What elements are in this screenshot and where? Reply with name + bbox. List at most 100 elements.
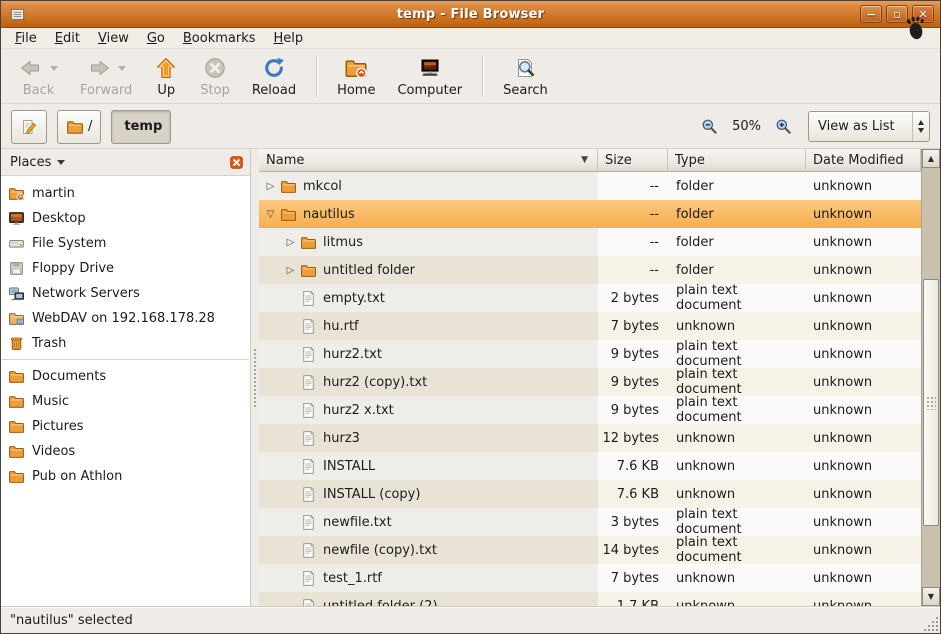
places-header[interactable]: Places: [1, 149, 250, 176]
menu-item-help[interactable]: Help: [265, 30, 313, 47]
expander-icon[interactable]: ▷: [283, 237, 298, 248]
file-row-hurz2-txt[interactable]: hurz2.txt 9 bytes plain text document un…: [259, 340, 921, 368]
file-row-test-1-rtf[interactable]: test_1.rtf 7 bytes unknown unknown: [259, 564, 921, 592]
expander-icon[interactable]: ▷: [263, 181, 278, 192]
forward-arrow-icon: [87, 56, 111, 80]
column-header-size[interactable]: Size: [598, 149, 668, 172]
file-row-mkcol[interactable]: ▷ mkcol -- folder unknown: [259, 172, 921, 200]
file-row-nautilus[interactable]: ▽ nautilus -- folder unknown: [259, 200, 921, 228]
pane-splitter[interactable]: [251, 149, 259, 606]
title-bar[interactable]: temp - File Browser − ▫ ✕: [1, 1, 940, 28]
scrollbar-thumb[interactable]: [923, 279, 939, 526]
toolbar-button-reload[interactable]: Reload: [244, 54, 304, 100]
sidebar-item-floppy-drive[interactable]: Floppy Drive: [1, 256, 250, 281]
sort-indicator-icon: ▼: [581, 155, 590, 165]
file-icon: [300, 318, 317, 335]
chevron-down-icon: [57, 160, 65, 165]
thumb-grip-icon: [926, 396, 936, 410]
column-header-date-modified[interactable]: Date Modified: [806, 149, 921, 172]
sidebar-item-videos[interactable]: Videos: [1, 439, 250, 464]
menu-item-view[interactable]: View: [89, 30, 138, 47]
dropdown-arrow-icon[interactable]: [118, 66, 126, 71]
file-row-hu-rtf[interactable]: hu.rtf 7 bytes unknown unknown: [259, 312, 921, 340]
sidebar-item-webdav-on-192-168-178-28[interactable]: WebDAV on 192.168.178.28: [1, 306, 250, 331]
file-icon: [300, 458, 317, 475]
toolbar-button-up[interactable]: Up: [146, 54, 186, 100]
toolbar-button-forward[interactable]: Forward: [72, 54, 140, 100]
file-row-hurz2-x-txt[interactable]: hurz2 x.txt 9 bytes plain text document …: [259, 396, 921, 424]
folder-icon: [8, 393, 25, 410]
minimize-button[interactable]: −: [860, 5, 882, 23]
menu-item-file[interactable]: File: [6, 30, 46, 47]
window-title: temp - File Browser: [1, 7, 940, 22]
file-row-untitled-folder[interactable]: ▷ untitled folder -- folder unknown: [259, 256, 921, 284]
vertical-scrollbar[interactable]: ▲ ▼: [921, 149, 940, 606]
sidebar-item-file-system[interactable]: File System: [1, 231, 250, 256]
file-icon: [300, 374, 317, 391]
file-row-empty-txt[interactable]: empty.txt 2 bytes plain text document un…: [259, 284, 921, 312]
file-icon: [300, 570, 317, 587]
column-header-type[interactable]: Type: [668, 149, 806, 172]
zoom-in-icon[interactable]: [775, 118, 792, 135]
file-icon: [300, 514, 317, 531]
file-row-hurz3[interactable]: hurz3 12 bytes unknown unknown: [259, 424, 921, 452]
file-row-install-copy[interactable]: INSTALL (copy) 7.6 KB unknown unknown: [259, 480, 921, 508]
folder-icon: [8, 443, 25, 460]
toolbar-button-search[interactable]: Search: [495, 54, 556, 100]
edit-location-button[interactable]: [11, 110, 47, 144]
file-row-untitled-folder-2[interactable]: untitled folder (2) 1.7 KB unknown unkno…: [259, 592, 921, 606]
sidebar-item-trash[interactable]: Trash: [1, 331, 250, 356]
network-icon: [8, 285, 25, 302]
resize-grip[interactable]: [923, 616, 938, 631]
expander-icon[interactable]: ▽: [263, 209, 278, 220]
file-row-hurz2-copy-txt[interactable]: hurz2 (copy).txt 9 bytes plain text docu…: [259, 368, 921, 396]
file-row-install[interactable]: INSTALL 7.6 KB unknown unknown: [259, 452, 921, 480]
scroll-up-button[interactable]: ▲: [922, 149, 940, 168]
path-button-root[interactable]: /: [57, 110, 101, 144]
sidebar-separator: [2, 359, 249, 360]
dropdown-arrow-icon[interactable]: [50, 66, 58, 71]
zoom-out-icon[interactable]: [701, 118, 718, 135]
drive-icon: [8, 235, 25, 252]
folder-icon: [8, 418, 25, 435]
stop-icon: [203, 56, 227, 80]
sidebar-item-desktop[interactable]: Desktop: [1, 206, 250, 231]
sidebar-item-martin[interactable]: martin: [1, 181, 250, 206]
sidebar-item-pub-on-athlon[interactable]: Pub on Athlon: [1, 464, 250, 489]
folder-icon: [280, 178, 297, 195]
toolbar-button-label: Stop: [200, 83, 230, 98]
places-close-icon[interactable]: [229, 155, 244, 170]
expander-icon[interactable]: ▷: [283, 265, 298, 276]
file-icon: [300, 486, 317, 503]
places-sidebar: Places martin Desktop File System Floppy…: [1, 149, 251, 606]
toolbar-separator: [316, 56, 317, 97]
menu-item-edit[interactable]: Edit: [46, 30, 89, 47]
folder-icon: [66, 118, 84, 136]
trash-icon: [8, 335, 25, 352]
toolbar-button-stop[interactable]: Stop: [192, 54, 238, 100]
status-bar: "nautilus" selected: [1, 606, 940, 633]
toolbar-button-back[interactable]: Back: [11, 54, 66, 100]
sidebar-item-music[interactable]: Music: [1, 389, 250, 414]
folder-icon: [8, 368, 25, 385]
view-mode-select[interactable]: View as List: [808, 111, 930, 142]
menu-item-bookmarks[interactable]: Bookmarks: [174, 30, 265, 47]
sidebar-item-pictures[interactable]: Pictures: [1, 414, 250, 439]
sidebar-item-network-servers[interactable]: Network Servers: [1, 281, 250, 306]
folder-icon: [8, 468, 25, 485]
home-folder-icon: [344, 56, 368, 80]
column-header-name[interactable]: Name ▼: [259, 149, 598, 172]
computer-icon: [418, 56, 442, 80]
gnome-foot-icon: [902, 14, 928, 42]
toolbar-button-computer[interactable]: Computer: [389, 54, 470, 100]
toolbar-button-home[interactable]: Home: [329, 54, 383, 100]
file-icon: [300, 290, 317, 307]
scroll-down-button[interactable]: ▼: [922, 587, 940, 606]
file-row-newfile-copy-txt[interactable]: newfile (copy).txt 14 bytes plain text d…: [259, 536, 921, 564]
file-row-litmus[interactable]: ▷ litmus -- folder unknown: [259, 228, 921, 256]
sidebar-item-documents[interactable]: Documents: [1, 364, 250, 389]
spinner-arrows-icon: [912, 112, 929, 141]
file-row-newfile-txt[interactable]: newfile.txt 3 bytes plain text document …: [259, 508, 921, 536]
path-button-temp[interactable]: temp: [111, 110, 171, 144]
menu-item-go[interactable]: Go: [138, 30, 174, 47]
